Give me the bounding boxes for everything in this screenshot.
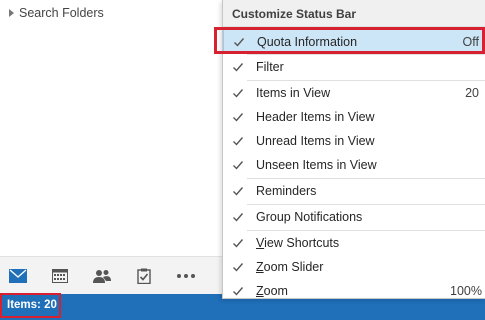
checkmark-icon [233,161,244,170]
expand-triangle-icon[interactable] [9,9,14,17]
menu-item-value: 20 [465,86,479,100]
menu-item-label: Zoom Slider [256,260,323,274]
mail-nav-button[interactable] [6,265,30,287]
quota-highlight-box [214,27,485,54]
menu-item-value: 100% [450,284,482,298]
label-rest: oom Slider [263,260,324,274]
menu-item-label: Unread Items in View [256,134,375,148]
checkmark-icon [233,113,244,122]
people-nav-button[interactable] [90,265,114,287]
checkmark-icon [233,263,244,272]
menu-item-view-shortcuts[interactable]: View Shortcuts [223,231,485,255]
search-folders-node[interactable]: Search Folders [9,5,104,21]
checkmark-icon [233,213,244,222]
menu-item-unseen-items-in-view[interactable]: Unseen Items in View [223,153,485,177]
menu-item-items-in-view[interactable]: Items in View 20 [223,81,485,105]
calendar-icon [52,269,68,283]
status-highlight-box [0,293,61,318]
menu-item-unread-items-in-view[interactable]: Unread Items in View [223,129,485,153]
folder-pane: Search Folders [0,0,223,255]
menu-item-header-items-in-view[interactable]: Header Items in View [223,105,485,129]
menu-header: Customize Status Bar [223,0,485,27]
label-rest: oom [263,284,288,298]
menu-item-label: View Shortcuts [256,236,339,250]
menu-item-label: Header Items in View [256,110,375,124]
tasks-icon [137,268,151,284]
people-icon [93,270,111,283]
accelerator-key: V [256,236,265,250]
label-rest: iew Shortcuts [264,236,340,250]
accelerator-key: Z [256,284,264,298]
menu-item-reminders[interactable]: Reminders [223,179,485,203]
menu-item-label: Reminders [256,184,317,198]
checkmark-icon [233,89,244,98]
checkmark-icon [233,137,244,146]
checkmark-icon [233,239,244,248]
checkmark-icon [233,63,244,72]
more-nav-button[interactable] [174,265,198,287]
checkmark-icon [233,287,244,296]
menu-item-group-notifications[interactable]: Group Notifications [223,205,485,229]
search-folders-label: Search Folders [19,6,104,20]
checkmark-icon [233,187,244,196]
menu-item-filter[interactable]: Filter [223,55,485,79]
more-icon [177,274,195,278]
menu-item-zoom[interactable]: Zoom 100% [223,279,485,303]
menu-item-label: Filter [256,60,284,74]
tasks-nav-button[interactable] [132,265,156,287]
menu-item-label: Unseen Items in View [256,158,377,172]
menu-item-zoom-slider[interactable]: Zoom Slider [223,255,485,279]
navigation-bar [0,256,223,295]
menu-item-label: Group Notifications [256,210,363,224]
mail-icon [9,269,27,283]
calendar-nav-button[interactable] [48,265,72,287]
menu-item-label: Zoom [256,284,288,298]
accelerator-key: Z [256,260,264,274]
menu-item-label: Items in View [256,86,331,100]
menu-title: Customize Status Bar [232,7,357,21]
